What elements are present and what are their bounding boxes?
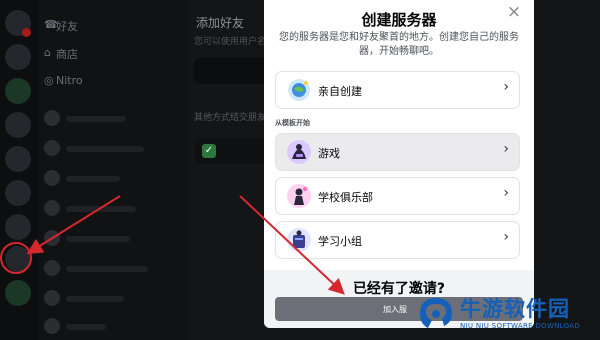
- watermark: 牛游软件园 NIU NIU SOFTWARE DOWNLOAD: [412, 290, 600, 340]
- brand-subtitle: NIU NIU SOFTWARE DOWNLOAD: [460, 322, 581, 330]
- arrow-to-add-server: [26, 195, 121, 255]
- arrow-to-create-option: [239, 195, 345, 295]
- brand-logo-icon: [420, 298, 452, 328]
- brand-name: 牛游软件园: [460, 297, 570, 321]
- annotation-arrows: [26, 195, 345, 295]
